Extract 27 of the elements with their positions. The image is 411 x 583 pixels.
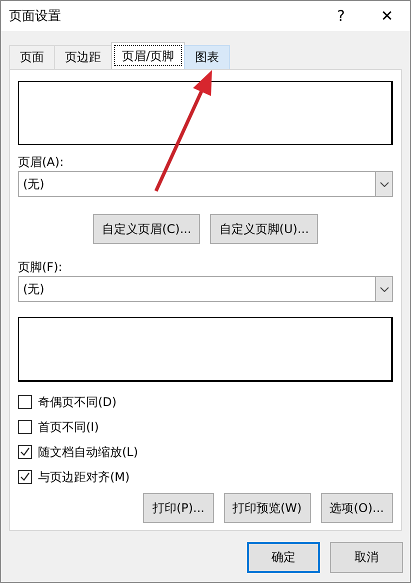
window-title: 页面设置 <box>9 8 62 25</box>
dialog-button[interactable]: 取消 <box>330 542 403 573</box>
chevron-down-icon <box>380 286 388 292</box>
checkbox-label: 首页不同(I) <box>38 418 99 436</box>
checkbox-label: 随文档自动缩放(L) <box>38 444 138 460</box>
checkbox[interactable] <box>18 470 32 484</box>
field-label: 页脚(F): <box>18 259 64 276</box>
action-button[interactable]: 选项(O)... <box>320 493 393 523</box>
header-dropdown[interactable]: (无) <box>18 171 393 197</box>
close-button[interactable]: ✕ <box>364 1 410 31</box>
action-button[interactable]: 打印(P)... <box>143 493 214 523</box>
checkbox-label: 与页边距对齐(M) <box>38 468 130 486</box>
footer-dropdown[interactable]: (无) <box>18 276 393 302</box>
custom-button[interactable]: 自定义页眉(C)... <box>93 214 200 244</box>
checkbox-label: 奇偶页不同(D) <box>38 394 117 410</box>
tab[interactable]: 页眉/页脚 <box>111 42 186 69</box>
tab[interactable]: 图表 <box>184 45 230 69</box>
checkbox[interactable] <box>18 445 32 459</box>
action-button[interactable]: 打印预览(W) <box>224 493 311 523</box>
tab[interactable]: 页面 <box>9 45 55 69</box>
chevron-down-icon <box>380 182 388 186</box>
help-button[interactable]: ? <box>318 1 364 31</box>
field-label: 页眉(A): <box>18 154 65 171</box>
checkbox[interactable] <box>18 395 32 409</box>
custom-button[interactable]: 自定义页脚(U)... <box>210 214 318 244</box>
dialog-button[interactable]: 确定 <box>247 542 320 573</box>
checkbox[interactable] <box>18 420 32 434</box>
